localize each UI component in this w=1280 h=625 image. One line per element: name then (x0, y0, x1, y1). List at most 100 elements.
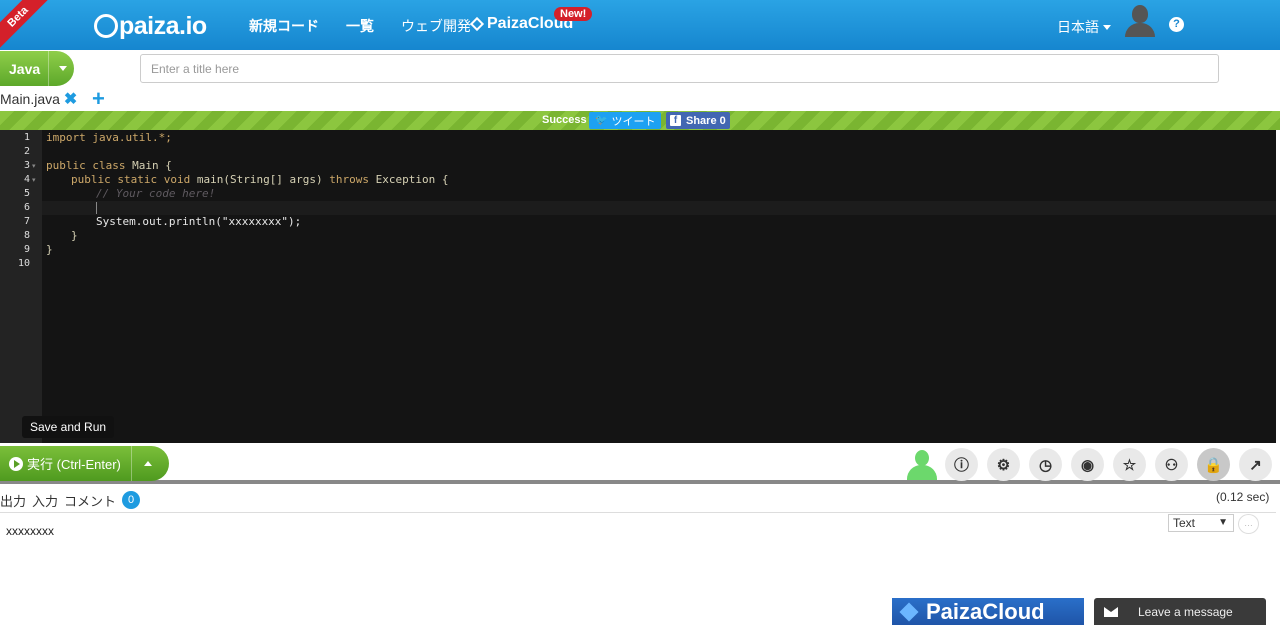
line-number: 1 (23, 132, 30, 143)
facebook-share-button[interactable]: f Share 0 (666, 112, 730, 129)
line-gutter: 1 2 3 4 5 6 7 8 9 10 ▾ ▾ (0, 130, 42, 443)
leave-message-button[interactable]: Leave a message (1094, 598, 1266, 625)
caret-up-icon[interactable] (144, 461, 152, 466)
code-text: System.out.println("xxxxxxxx"); (96, 215, 302, 228)
clock-icon[interactable]: ◷ (1029, 448, 1062, 481)
line-number: 6 (23, 202, 30, 213)
run-button[interactable]: 実行 (Ctrl-Enter) (0, 446, 169, 481)
line-number: 7 (23, 216, 30, 227)
code-comment: // Your code here! (96, 187, 216, 200)
tab-input[interactable]: 入力 (32, 491, 58, 510)
gear-icon[interactable]: ⚙ (987, 448, 1020, 481)
code-text: Main { (125, 159, 172, 172)
star-icon[interactable]: ☆ (1113, 448, 1146, 481)
lock-icon[interactable]: 🔒 (1197, 448, 1230, 481)
select-arrow-icon: ▼ (1218, 517, 1228, 528)
line-number: 3 (23, 160, 30, 171)
paiza-logo[interactable]: paiza.io (94, 11, 207, 41)
text-cursor (96, 202, 97, 214)
paizacloud-banner-label: PaizaCloud (926, 598, 1045, 624)
tab-comment[interactable]: コメント (64, 491, 116, 510)
code-keyword: throws (329, 173, 370, 186)
avatar-head-icon (1132, 5, 1148, 23)
program-output: xxxxxxxx (6, 524, 54, 538)
title-input[interactable] (140, 54, 1219, 83)
leave-message-label: Leave a message (1138, 604, 1233, 619)
more-options-icon[interactable]: … (1238, 514, 1259, 534)
logo-mark-icon (94, 14, 118, 38)
play-icon (9, 456, 23, 471)
line-number: 4 (23, 174, 30, 185)
code-keyword: public class (46, 159, 126, 172)
nav-new-code[interactable]: 新規コード (249, 16, 319, 36)
avatar-body-icon (1125, 23, 1155, 37)
cube-icon (469, 16, 485, 32)
online-user-head (915, 450, 929, 466)
users-icon[interactable]: ⚇ (1155, 448, 1188, 481)
page: Beta paiza.io 新規コード 一覧 ウェブ開発 PaizaCloud … (0, 0, 1280, 625)
output-tabs: 出力 入力 コメント 0 (0, 489, 146, 511)
header: Beta paiza.io 新規コード 一覧 ウェブ開発 PaizaCloud … (0, 0, 1280, 52)
tweet-button[interactable]: 🐦 ツイート (589, 112, 661, 129)
code-keyword: public static void (71, 173, 191, 186)
tab-output[interactable]: 出力 (0, 491, 26, 510)
facebook-icon: f (670, 115, 681, 126)
nav-list[interactable]: 一覧 (346, 16, 374, 36)
run-toolbar: 実行 (Ctrl-Enter) ⓘ ⚙ ◷ ◉ ☆ ⚇ 🔒 ↗ (0, 444, 1280, 484)
paizacloud-banner[interactable]: PaizaCloud (892, 598, 1084, 625)
language-select-button[interactable]: Java (0, 51, 74, 86)
user-avatar[interactable] (1123, 3, 1157, 37)
share-label: Share 0 (686, 114, 726, 127)
output-divider (0, 512, 1276, 513)
fold-arrow-icon[interactable]: ▾ (32, 176, 36, 184)
line-number: 8 (23, 230, 30, 241)
logo-text: paiza.io (119, 11, 207, 40)
code-line: import java.util.*; (46, 131, 172, 144)
file-tab[interactable]: Main.java ✖ (0, 88, 77, 110)
language-select-label: Java (9, 60, 41, 77)
caret-down-icon (59, 66, 67, 71)
output-format-select[interactable]: Text ▼ (1168, 514, 1234, 532)
button-divider (48, 51, 49, 86)
comment-count-badge: 0 (122, 491, 141, 509)
code-editor[interactable]: 1 2 3 4 5 6 7 8 9 10 ▾ ▾ import java.uti… (0, 130, 1276, 443)
active-line-highlight (42, 201, 1276, 215)
cube-icon (899, 601, 919, 622)
line-number: 9 (23, 244, 30, 255)
language-label: 日本語 (1057, 19, 1099, 35)
share-icon[interactable]: ↗ (1239, 448, 1272, 481)
code-text: Exception { (369, 173, 449, 186)
status-text: Success (542, 114, 587, 126)
online-user-body (907, 465, 937, 480)
add-file-icon[interactable]: + (92, 86, 105, 112)
button-divider (131, 446, 132, 481)
github-icon[interactable]: ◉ (1071, 448, 1104, 481)
save-and-run-tooltip: Save and Run (22, 416, 115, 438)
code-text: } (71, 229, 78, 242)
run-button-label: 実行 (Ctrl-Enter) (27, 457, 121, 472)
code-line: public class Main { (46, 159, 172, 172)
code-line: System.out.println("xxxxxxxx"); (96, 215, 301, 228)
nav-web-dev[interactable]: ウェブ開発 (401, 16, 471, 36)
output-format-label: Text (1173, 516, 1196, 530)
fold-arrow-icon[interactable]: ▾ (32, 162, 36, 170)
code-line: public static void main(String[] args) t… (71, 173, 449, 186)
code-text: } (46, 243, 53, 256)
code-line: } (46, 243, 53, 256)
beta-ribbon: Beta (0, 0, 53, 52)
caret-down-icon (1103, 25, 1111, 30)
online-user-icon[interactable] (906, 450, 938, 480)
code-line: } (71, 229, 78, 242)
line-number: 10 (17, 258, 30, 269)
code-text: main(String[] args) (190, 173, 330, 186)
execution-time: (0.12 sec) (1216, 490, 1270, 504)
language-dropdown[interactable]: 日本語 (1057, 17, 1111, 37)
line-number: 2 (23, 146, 30, 157)
envelope-icon (1104, 606, 1118, 617)
twitter-icon: 🐦 (595, 115, 608, 126)
code-line: // Your code here! (96, 187, 215, 200)
info-icon[interactable]: ⓘ (945, 448, 978, 481)
code-text: import java.util.*; (46, 131, 172, 144)
help-icon[interactable]: ? (1169, 17, 1184, 32)
close-icon[interactable]: ✖ (64, 89, 77, 109)
